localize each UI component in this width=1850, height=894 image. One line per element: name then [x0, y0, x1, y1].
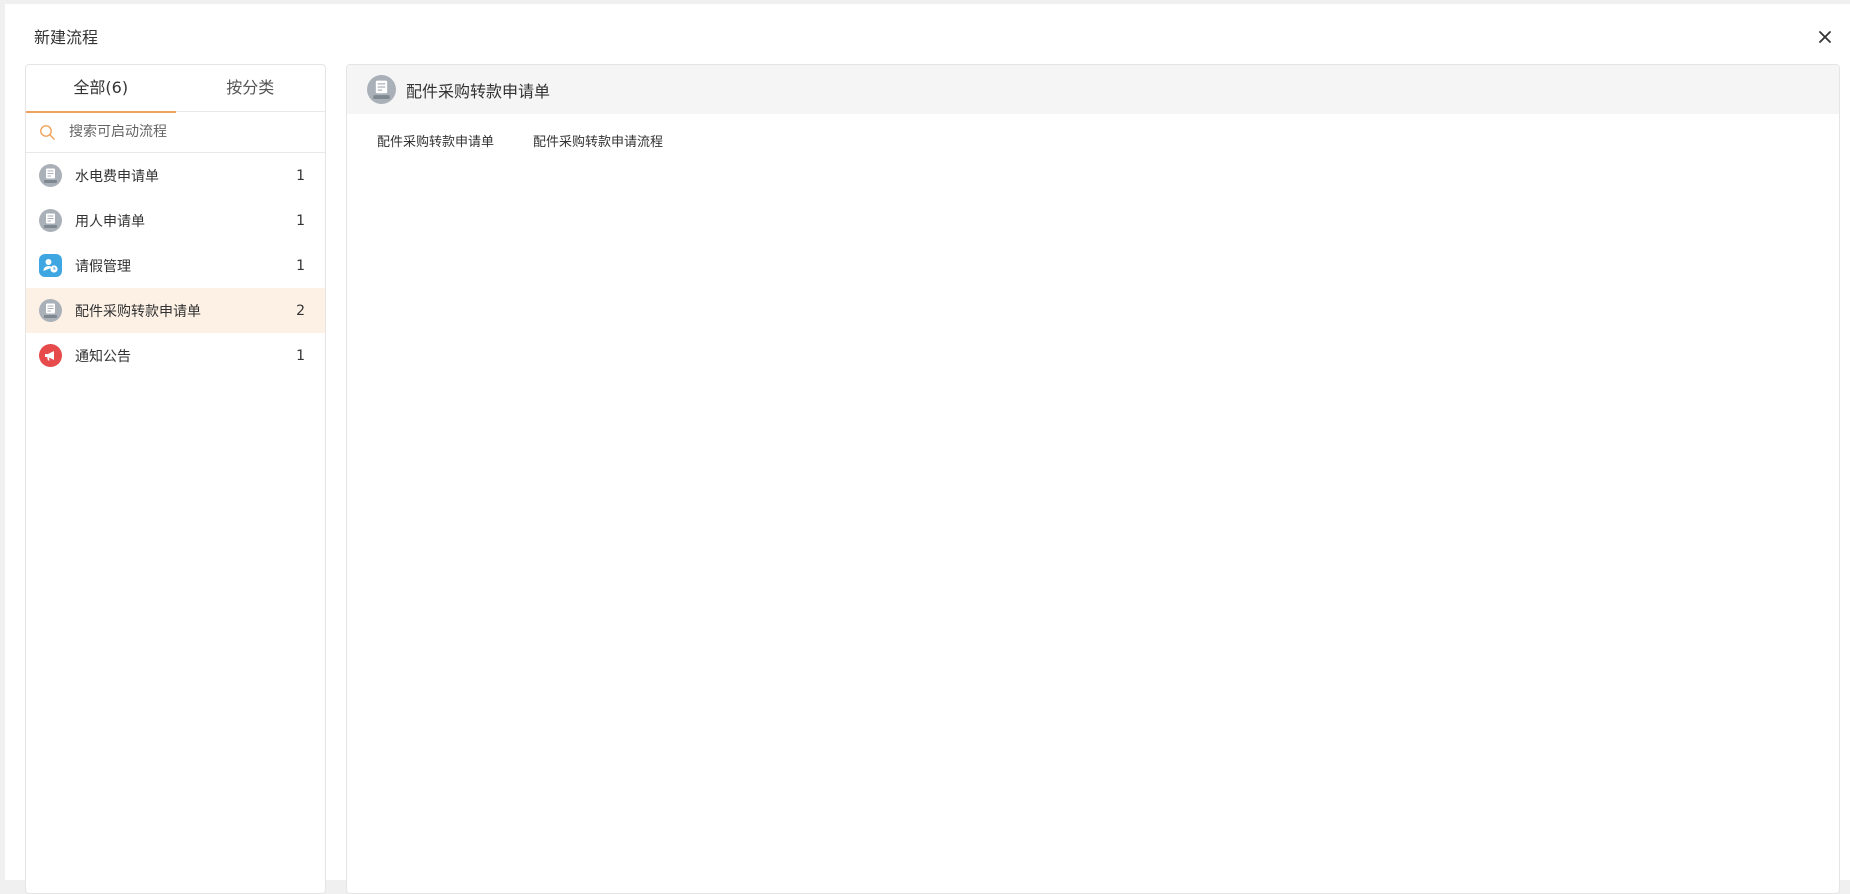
search-input[interactable]	[69, 124, 309, 140]
tab-bar: 全部(6) 按分类	[26, 65, 326, 113]
template-item[interactable]: 配件采购转款申请单	[365, 126, 506, 155]
flow-item-utility-fee[interactable]: 水电费申请单 1	[26, 153, 325, 198]
dialog-title: 新建流程	[34, 28, 99, 47]
flow-count: 1	[296, 257, 305, 274]
tab-by-category[interactable]: 按分类	[176, 65, 326, 112]
flow-count: 1	[296, 167, 305, 184]
flow-name: 用人申请单	[75, 213, 145, 230]
flow-name: 请假管理	[75, 258, 131, 275]
person-clock-icon	[39, 254, 62, 277]
form-icon	[39, 164, 62, 187]
form-icon	[39, 209, 62, 232]
close-icon	[1819, 31, 1831, 43]
flow-count: 2	[296, 302, 305, 319]
flow-item-leave-management[interactable]: 请假管理 1	[26, 243, 325, 288]
new-flow-dialog: 新建流程 全部(6) 按分类 水电费申请单 1	[5, 4, 1850, 894]
search-bar	[26, 112, 325, 153]
template-item[interactable]: 配件采购转款申请流程	[521, 126, 675, 155]
flow-name: 配件采购转款申请单	[75, 303, 201, 320]
search-icon	[40, 124, 55, 140]
flow-count: 1	[296, 347, 305, 364]
flow-list-panel: 全部(6) 按分类 水电费申请单 1 用人申请单	[25, 64, 326, 894]
detail-title: 配件采购转款申请单	[406, 81, 551, 101]
flow-item-parts-purchase-transfer[interactable]: 配件采购转款申请单 2	[26, 288, 325, 333]
flow-count: 1	[296, 212, 305, 229]
flow-item-hiring-request[interactable]: 用人申请单 1	[26, 198, 325, 243]
flow-list: 水电费申请单 1 用人申请单 1 请假管理 1 配件采购转款申请单 2 通知公告…	[26, 153, 325, 378]
flow-item-notice[interactable]: 通知公告 1	[26, 333, 325, 378]
form-icon	[39, 299, 62, 322]
tab-all[interactable]: 全部(6)	[26, 65, 176, 113]
flow-detail-panel: 配件采购转款申请单 配件采购转款申请单 配件采购转款申请流程	[346, 64, 1840, 894]
megaphone-icon	[39, 344, 62, 367]
flow-name: 水电费申请单	[75, 168, 159, 185]
template-list: 配件采购转款申请单 配件采购转款申请流程	[347, 126, 1839, 155]
form-icon	[367, 75, 396, 104]
detail-header: 配件采购转款申请单	[347, 65, 1839, 114]
close-button[interactable]	[1812, 24, 1838, 50]
flow-name: 通知公告	[75, 348, 131, 365]
